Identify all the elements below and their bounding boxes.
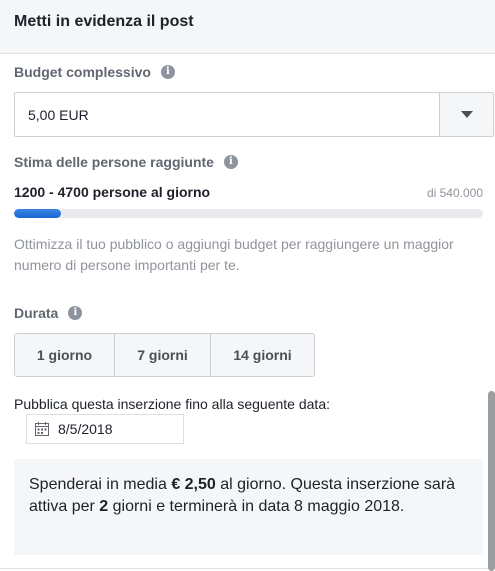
spend-summary: Spenderai in media € 2,50 al giorno. Que…	[14, 459, 483, 555]
dialog-title: Metti in evidenza il post	[14, 13, 194, 30]
caret-down-icon	[460, 111, 473, 118]
budget-field	[14, 92, 494, 137]
dialog-header: Metti in evidenza il post	[0, 0, 495, 54]
duration-label: Durata i	[14, 305, 83, 321]
summary-daily-amount: € 2,50	[171, 476, 216, 493]
reach-hint: Ottimizza il tuo pubblico o aggiungi bud…	[14, 236, 454, 273]
duration-option-7-days[interactable]: 7 giorni	[115, 334, 211, 376]
summary-text-3: giorni e terminerà in data 8 maggio 2018…	[108, 498, 405, 515]
duration-label-text: Durata	[14, 305, 59, 321]
summary-days: 2	[99, 498, 109, 515]
duration-option-14-days[interactable]: 14 giorni	[211, 334, 314, 376]
reach-label: Stima delle persone raggiunte i	[14, 154, 238, 170]
info-icon[interactable]: i	[68, 306, 83, 320]
reach-range: 1200 - 4700 persone al giorno	[14, 184, 211, 200]
divider	[0, 568, 488, 569]
info-icon[interactable]: i	[160, 65, 175, 79]
end-date-picker[interactable]: 8/5/2018	[26, 414, 184, 444]
summary-text-1: Spenderai in media	[29, 476, 172, 493]
currency-dropdown-button[interactable]	[440, 92, 494, 137]
reach-progress-fill	[14, 209, 61, 218]
budget-label-text: Budget complessivo	[14, 64, 151, 80]
duration-selector: 1 giorno 7 giorni 14 giorni	[14, 333, 315, 377]
end-date-value: 8/5/2018	[58, 421, 113, 437]
info-icon[interactable]: i	[223, 155, 238, 169]
reach-label-text: Stima delle persone raggiunte	[14, 154, 214, 170]
calendar-icon	[35, 422, 49, 436]
budget-label: Budget complessivo i	[14, 64, 175, 80]
reach-estimate: 1200 - 4700 persone al giorno di 540.000	[14, 184, 483, 200]
reach-progress-bar	[14, 209, 483, 218]
budget-input[interactable]	[14, 92, 440, 137]
duration-option-1-day[interactable]: 1 giorno	[15, 334, 115, 376]
scrollbar-thumb[interactable]	[488, 391, 495, 571]
end-date-label: Pubblica questa inserzione fino alla seg…	[14, 396, 330, 412]
reach-total: di 540.000	[426, 186, 483, 200]
